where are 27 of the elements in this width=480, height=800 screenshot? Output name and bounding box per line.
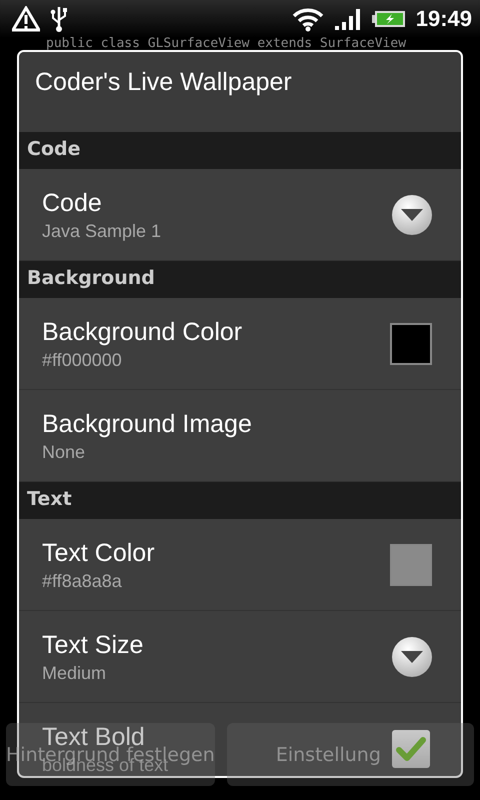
section-header: Background <box>19 261 461 298</box>
checkbox[interactable] <box>392 730 430 768</box>
preference-row[interactable]: Background Color #ff000000 <box>19 298 461 390</box>
preference-title: Background Color <box>42 316 242 346</box>
usb-icon <box>50 5 68 33</box>
signal-icon <box>334 7 362 31</box>
dropdown-icon <box>391 636 433 678</box>
preference-summary: Medium <box>42 662 108 684</box>
clock: 19:49 <box>416 6 472 32</box>
code-text: public class GLSurfaceView extends SurfaceView <box>46 38 408 50</box>
section-header: Code <box>19 132 461 169</box>
warning-icon <box>12 6 40 32</box>
preference-title: Text Color <box>42 538 155 568</box>
check-icon <box>396 736 426 762</box>
wifi-icon <box>292 6 324 32</box>
preference-title: Background Image <box>42 408 252 438</box>
preference-summary: #ff8a8a8a <box>42 570 123 592</box>
preference-summary: None <box>42 442 86 462</box>
preference-summary: #ff000000 <box>42 350 123 370</box>
section-header: Text <box>19 482 461 519</box>
preference-title: Text Size <box>42 630 144 660</box>
dropdown-icon <box>391 194 433 236</box>
battery-icon <box>372 10 406 28</box>
preference-row[interactable]: Text Color #ff8a8a8a <box>19 519 461 611</box>
preference-title: Code <box>42 188 103 218</box>
preference-summary: Java Sample 1 <box>42 220 162 242</box>
preference-row[interactable]: Text Size Medium <box>19 611 461 703</box>
